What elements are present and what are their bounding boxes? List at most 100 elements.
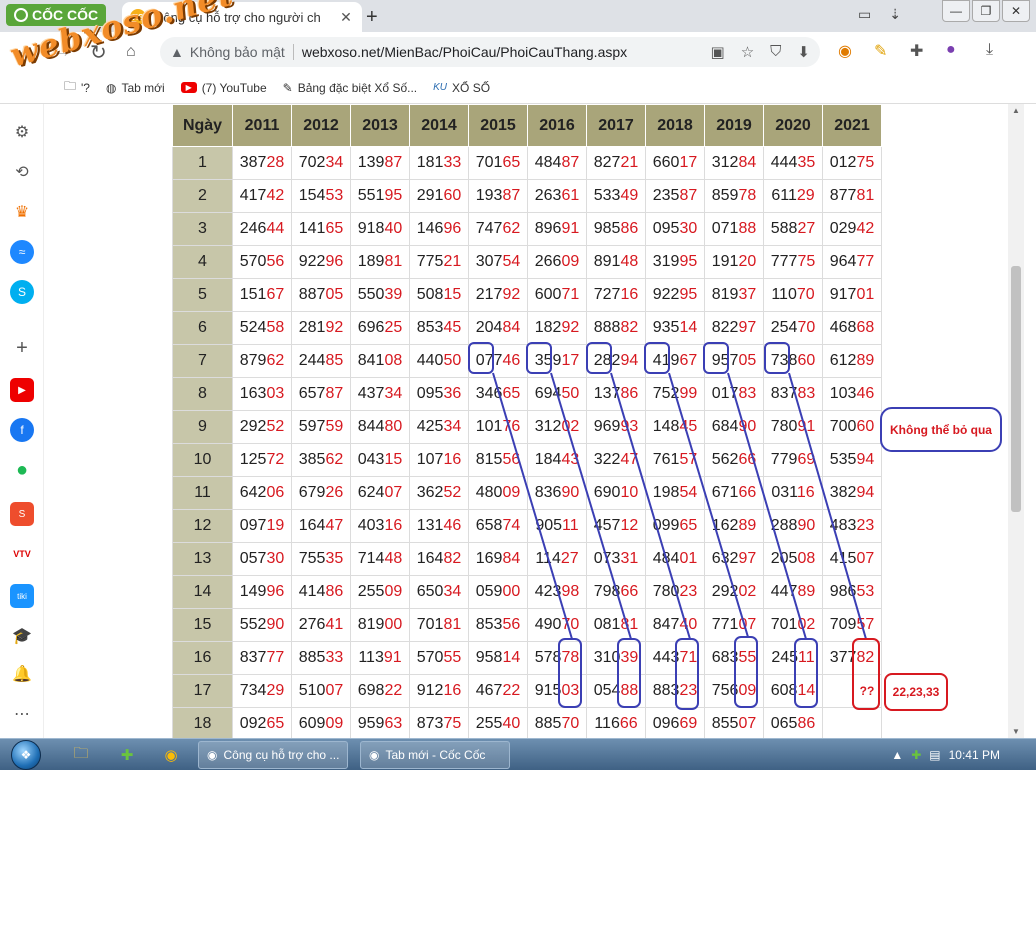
result-last-two: 85 [325,352,344,369]
clock[interactable]: 10:41 PM [949,748,1000,762]
result-last-two: 42 [856,220,875,237]
coccoc-extension-icon[interactable]: ◉ [838,41,852,61]
youtube-icon[interactable]: ▶ [10,378,34,402]
result-cell: 37782 [822,641,882,675]
star-icon[interactable]: ☆ [741,43,754,61]
result-last-two: 00 [384,616,403,633]
result-prefix: 700 [829,418,857,435]
result-prefix: 701 [475,154,503,171]
history-icon[interactable]: ⟲ [10,160,34,184]
result-last-two: 62 [266,352,285,369]
facebook-icon[interactable]: f [10,418,34,442]
result-cell: 91216 [409,674,469,708]
header-year: 2014 [409,104,469,147]
result-cell: 09965 [645,509,705,543]
result-prefix: 578 [534,649,562,666]
result-cell: 08181 [586,608,646,642]
result-last-two: 75 [797,253,816,270]
start-button[interactable]: ❖ [6,739,46,771]
download-icon[interactable]: ⤓ [986,41,993,59]
table-row: 7 87962 24485 84108 44050 07746 35917 28294 4196… [172,344,882,378]
result-last-two: 53 [856,583,875,600]
task-coccoc-tool[interactable]: ◉ Công cụ hỗ trợ cho ... [198,741,348,769]
shield-icon[interactable]: ⛉ [770,43,781,61]
tab-active[interactable]: XS Công cụ hỗ trợ cho người ch ✕ [122,2,362,32]
address-bar[interactable]: ▲ Không bảo mật webxoso.net/MienBac/Phoi… [160,37,820,67]
settings-icon[interactable]: ⚙ [10,120,34,144]
result-prefix: 139 [357,154,385,171]
result-prefix: 146 [416,220,444,237]
result-cell: 87375 [409,707,469,738]
result-cell: 09530 [645,212,705,246]
crown-icon[interactable]: ♛ [10,200,34,224]
scroll-down-icon[interactable]: ▼ [1012,727,1020,736]
extensions-icon[interactable]: ✚ [910,41,923,61]
chrome-icon[interactable]: ◉ [160,744,182,766]
bookmark-folder[interactable]: 🗀 '? [64,77,90,98]
scrollbar-thumb[interactable] [1011,266,1021,512]
folder-icon: 🗀 [64,79,77,93]
notification-bell-icon[interactable]: 🔔 [10,662,34,686]
coccoc-menu-button[interactable]: CỐC CỐC [6,4,107,26]
graduation-icon[interactable]: 🎓 [10,624,34,648]
result-cell: 24485 [291,344,351,378]
tray-coccoc-icon[interactable]: ✚ [911,748,921,762]
result-last-two: 68 [856,319,875,336]
messenger-icon[interactable]: ≈ [10,240,34,264]
result-cell: 77775 [763,245,823,279]
reload-icon[interactable]: ↻ [90,40,107,65]
result-prefix: 888 [593,319,621,336]
block-popup-icon[interactable]: ▣ [711,43,725,61]
vertical-scrollbar[interactable]: ▲ ▼ [1008,104,1024,738]
coccoc-taskbar-icon[interactable]: ✚ [116,744,138,766]
minimize-icon[interactable]: — [942,0,970,22]
tray-expand-icon[interactable]: ▲ [891,748,903,762]
restore-icon[interactable]: ❐ [972,0,1000,22]
file-explorer-icon[interactable]: 🗀 [70,744,92,766]
network-icon[interactable]: ▤ [929,748,940,762]
spotify-icon[interactable]: ● [10,458,34,482]
bookmark-new-tab[interactable]: ◍ Tab mới [106,81,165,95]
security-label[interactable]: Không bảo mật [190,44,294,60]
result-last-two: 09 [325,715,344,732]
tiki-icon[interactable]: tiki [10,584,34,608]
screenshot-icon[interactable]: ▭ [858,6,871,23]
result-cell: 25509 [350,575,410,609]
close-window-icon[interactable]: ✕ [1002,0,1030,22]
result-last-two: 17 [679,154,698,171]
result-cell: 89691 [527,212,587,246]
vtv-icon[interactable]: VTV [10,542,34,566]
result-prefix: 570 [239,253,267,270]
result-prefix: 151 [239,286,267,303]
bookmark-youtube[interactable]: ▶ (7) YouTube [180,81,267,95]
forward-icon[interactable]: → [52,40,72,63]
back-icon[interactable]: ← [16,40,36,63]
new-tab-button[interactable]: + [366,6,378,29]
download-tab-icon[interactable]: ⇣ [889,6,901,23]
result-cell: 81900 [350,608,410,642]
result-last-two: 84 [502,550,521,567]
home-icon[interactable]: ⌂ [126,43,136,61]
shopee-icon[interactable]: S [10,502,34,526]
result-cell: 92296 [291,245,351,279]
skype-icon[interactable]: S [10,280,34,304]
result-cell: 87781 [822,179,882,213]
tab-close-icon[interactable]: ✕ [338,9,354,26]
result-cell: 01783 [704,377,764,411]
result-prefix: 107 [416,451,444,468]
url-text[interactable]: webxoso.net/MienBac/PhoiCau/PhoiCauThang… [302,44,711,60]
result-prefix: 738 [770,352,798,369]
add-icon[interactable]: + [10,336,34,360]
save-video-icon[interactable]: ⬇ [797,43,810,61]
more-icon[interactable]: ⋯ [10,702,34,726]
result-prefix: 632 [711,550,739,567]
bookmark-xo-so[interactable]: KU XỔ SỐ [433,81,490,95]
profile-icon[interactable]: ● [946,41,956,59]
task-new-tab[interactable]: ◉ Tab mới - Cốc Cốc [360,741,510,769]
bookmark-bang-dac-biet[interactable]: ✎ Bảng đặc biệt Xổ Số... [283,81,417,95]
pencil-icon[interactable]: ✎ [874,41,887,61]
result-prefix: 771 [711,616,739,633]
scroll-up-icon[interactable]: ▲ [1012,106,1020,115]
result-cell: 35917 [527,344,587,378]
result-last-two: 72 [266,451,285,468]
